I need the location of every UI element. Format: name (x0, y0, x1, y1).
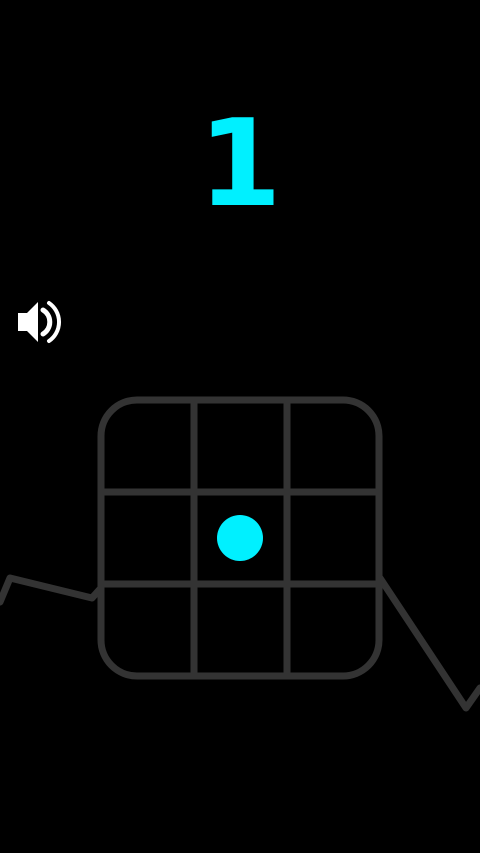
score-counter: 1 (198, 95, 282, 234)
sound-toggle-button[interactable] (14, 296, 68, 348)
player-ball (217, 515, 263, 561)
terrain-line-left (0, 574, 105, 606)
terrain-line-right (376, 574, 480, 712)
speaker-on-icon (18, 301, 62, 343)
